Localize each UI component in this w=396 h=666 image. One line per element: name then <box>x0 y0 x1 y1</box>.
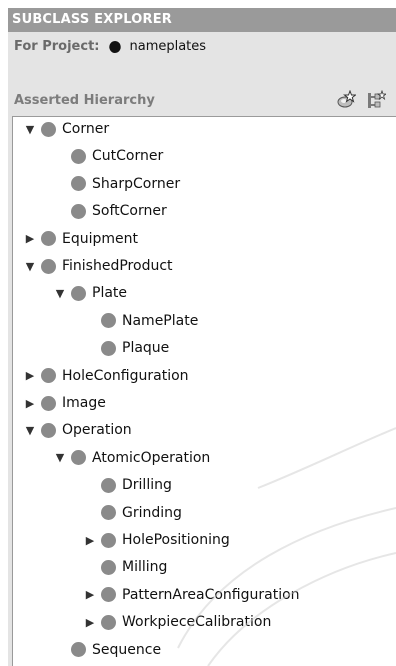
tree-node[interactable]: SoftCorner <box>53 199 167 223</box>
expand-toggle-icon[interactable]: ▼ <box>53 281 67 305</box>
project-label: For Project: <box>14 39 100 54</box>
collapse-toggle-icon[interactable]: ▶ <box>23 227 37 251</box>
class-bullet-icon <box>71 176 86 192</box>
tree-node[interactable]: ▶ HolePositioning <box>83 528 230 552</box>
tree-node[interactable]: Drilling <box>83 473 172 497</box>
tree-node[interactable]: ▶ Image <box>23 391 106 415</box>
class-bullet-icon <box>101 505 116 521</box>
class-bullet-icon <box>41 422 56 438</box>
tree-node-label: Grinding <box>122 504 182 521</box>
create-subclass-icon[interactable] <box>336 90 356 110</box>
collapse-toggle-icon[interactable]: ▶ <box>83 583 97 607</box>
tree-node-label: Milling <box>122 559 168 576</box>
tree-node[interactable]: CutCorner <box>53 144 163 168</box>
tree-node[interactable]: ▶ HoleConfiguration <box>23 364 189 388</box>
expand-toggle-icon[interactable]: ▼ <box>53 446 67 470</box>
tree-node-label: Corner <box>62 121 110 137</box>
project-row: For Project: nameplates <box>8 32 396 62</box>
class-tree[interactable]: ▼ Corner CutCorner SharpCorner SoftCorner ▶ Eq… <box>12 116 396 666</box>
class-bullet-icon <box>101 559 116 575</box>
tree-node[interactable]: Grinding <box>83 501 182 525</box>
class-bullet-icon <box>101 313 116 329</box>
tree-node-label: HoleConfiguration <box>62 367 189 384</box>
tree-node-label: Equipment <box>62 230 138 247</box>
tree-node-label: Plaque <box>122 340 170 357</box>
class-bullet-icon <box>101 340 116 356</box>
tree-node-label: AtomicOperation <box>92 449 211 466</box>
class-bullet-icon <box>71 285 86 301</box>
tree-node-label: Plate <box>92 285 128 302</box>
collapse-toggle-icon[interactable]: ▶ <box>83 610 97 634</box>
class-bullet-icon <box>41 368 56 384</box>
tree-node[interactable]: ▼ Plate <box>53 281 127 305</box>
tree-node[interactable]: ▶ PatternAreaConfiguration <box>83 583 300 607</box>
panel-title: SUBCLASS EXPLORER <box>8 8 396 32</box>
tree-node-label: HolePositioning <box>122 532 230 548</box>
tree-node-label: FinishedProduct <box>62 258 173 274</box>
tree-node[interactable]: Sequence <box>53 638 161 662</box>
tree-node[interactable]: ▼ Corner <box>23 117 109 141</box>
tree-node-label: PatternAreaConfiguration <box>122 586 300 603</box>
class-bullet-icon <box>41 121 56 137</box>
collapse-toggle-icon[interactable]: ▶ <box>23 391 37 415</box>
class-bullet-icon <box>71 203 86 219</box>
tree-node[interactable]: ▼ FinishedProduct <box>23 254 173 278</box>
subclass-explorer-panel: SUBCLASS EXPLORER For Project: nameplate… <box>8 8 396 666</box>
tree-node[interactable]: ▼ AtomicOperation <box>53 446 211 470</box>
tree-node-label: SharpCorner <box>92 175 181 192</box>
expand-toggle-icon[interactable]: ▼ <box>23 254 37 278</box>
tree-node-label: WorkpieceCalibration <box>122 614 272 631</box>
class-bullet-icon <box>71 642 86 658</box>
project-icon <box>107 38 124 56</box>
hierarchy-label: Asserted Hierarchy <box>14 93 155 108</box>
tree-node-label: CutCorner <box>92 148 164 165</box>
tree-node[interactable]: ▼ Operation <box>23 418 132 442</box>
expand-toggle-icon[interactable]: ▼ <box>23 418 37 442</box>
tree-node-label: Operation <box>62 422 132 439</box>
tree-node[interactable]: NamePlate <box>83 309 198 333</box>
class-bullet-icon <box>41 258 56 274</box>
class-bullet-icon <box>101 587 116 603</box>
class-bullet-icon <box>101 614 116 630</box>
class-bullet-icon <box>101 532 116 548</box>
tree-node-label: SoftCorner <box>92 203 167 220</box>
tree-node-label: Sequence <box>92 641 162 658</box>
collapse-toggle-icon[interactable]: ▶ <box>23 364 37 388</box>
hierarchy-header: Asserted Hierarchy <box>8 62 396 114</box>
tree-node[interactable]: ▶ WorkpieceCalibration <box>83 610 272 634</box>
class-bullet-icon <box>71 148 86 164</box>
class-bullet-icon <box>41 231 56 247</box>
hierarchy-toolbar <box>336 90 386 110</box>
tree-node-label: Drilling <box>122 477 172 494</box>
tree-node[interactable]: ▶ Equipment <box>23 227 138 251</box>
class-bullet-icon <box>41 395 56 411</box>
tree-node-label: NamePlate <box>122 312 199 329</box>
project-name: nameplates <box>129 39 207 54</box>
expand-toggle-icon[interactable]: ▼ <box>23 117 37 141</box>
create-sibling-icon[interactable] <box>366 90 386 110</box>
class-bullet-icon <box>101 477 116 493</box>
tree-node[interactable]: Plaque <box>83 336 169 360</box>
collapse-toggle-icon[interactable]: ▶ <box>83 528 97 552</box>
tree-node[interactable]: Milling <box>83 555 167 579</box>
class-bullet-icon <box>71 450 86 466</box>
tree-node-label: Image <box>62 395 106 411</box>
tree-node[interactable]: SharpCorner <box>53 172 180 196</box>
